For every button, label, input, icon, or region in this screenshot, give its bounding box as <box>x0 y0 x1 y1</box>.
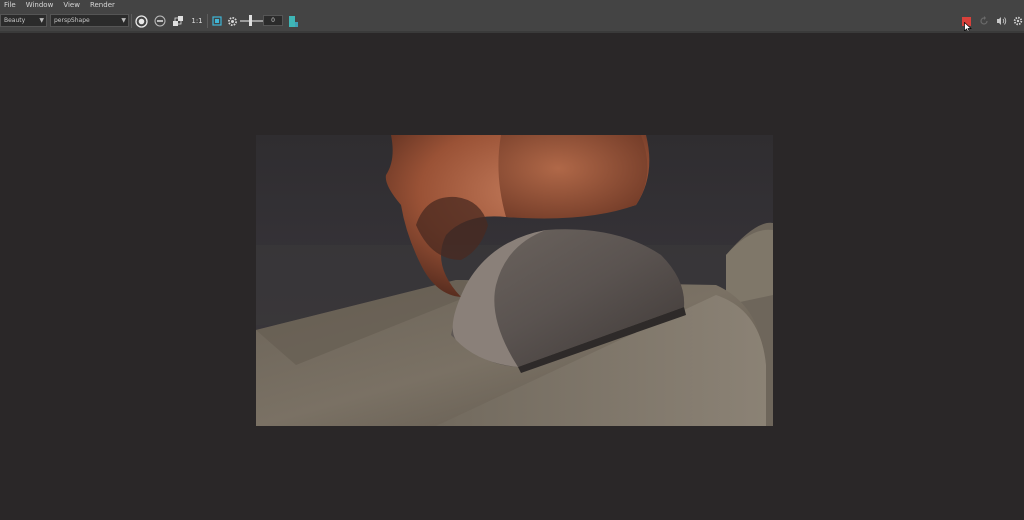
toolbar-divider <box>131 14 132 28</box>
menu-bar: File Window View Render <box>0 0 1024 11</box>
toolbar-divider <box>207 14 208 28</box>
refresh-icon[interactable] <box>977 11 991 31</box>
menu-view[interactable]: View <box>59 0 84 11</box>
ratio-button[interactable]: 1:1 <box>190 11 204 31</box>
gear-icon[interactable] <box>225 11 239 31</box>
sound-icon[interactable] <box>994 11 1008 31</box>
exposure-field[interactable]: 0 <box>263 15 283 26</box>
camera-dropdown[interactable]: perspShape ▼ <box>50 14 129 27</box>
layer-dropdown-value: Beauty <box>4 17 26 24</box>
layer-dropdown[interactable]: Beauty ▼ <box>0 14 47 27</box>
camera-dropdown-value: perspShape <box>54 17 90 24</box>
save-icon[interactable] <box>287 11 299 31</box>
settings-gear-icon[interactable] <box>1012 11 1024 31</box>
menu-file[interactable]: File <box>0 0 20 11</box>
menu-render[interactable]: Render <box>86 0 119 11</box>
crop-region-icon[interactable] <box>210 11 224 31</box>
gamma-slider-handle[interactable] <box>249 15 252 26</box>
checker-icon[interactable] <box>171 11 185 31</box>
aperture-icon[interactable] <box>133 11 149 31</box>
menu-window[interactable]: Window <box>22 0 58 11</box>
gamma-slider-track[interactable] <box>240 20 264 22</box>
render-image <box>256 135 773 426</box>
chevron-down-icon: ▼ <box>121 17 126 24</box>
rgb-icon[interactable] <box>152 11 168 31</box>
render-toolbar: Beauty ▼ perspShape ▼ 1:1 0 <box>0 11 1024 31</box>
chevron-down-icon: ▼ <box>39 17 44 24</box>
